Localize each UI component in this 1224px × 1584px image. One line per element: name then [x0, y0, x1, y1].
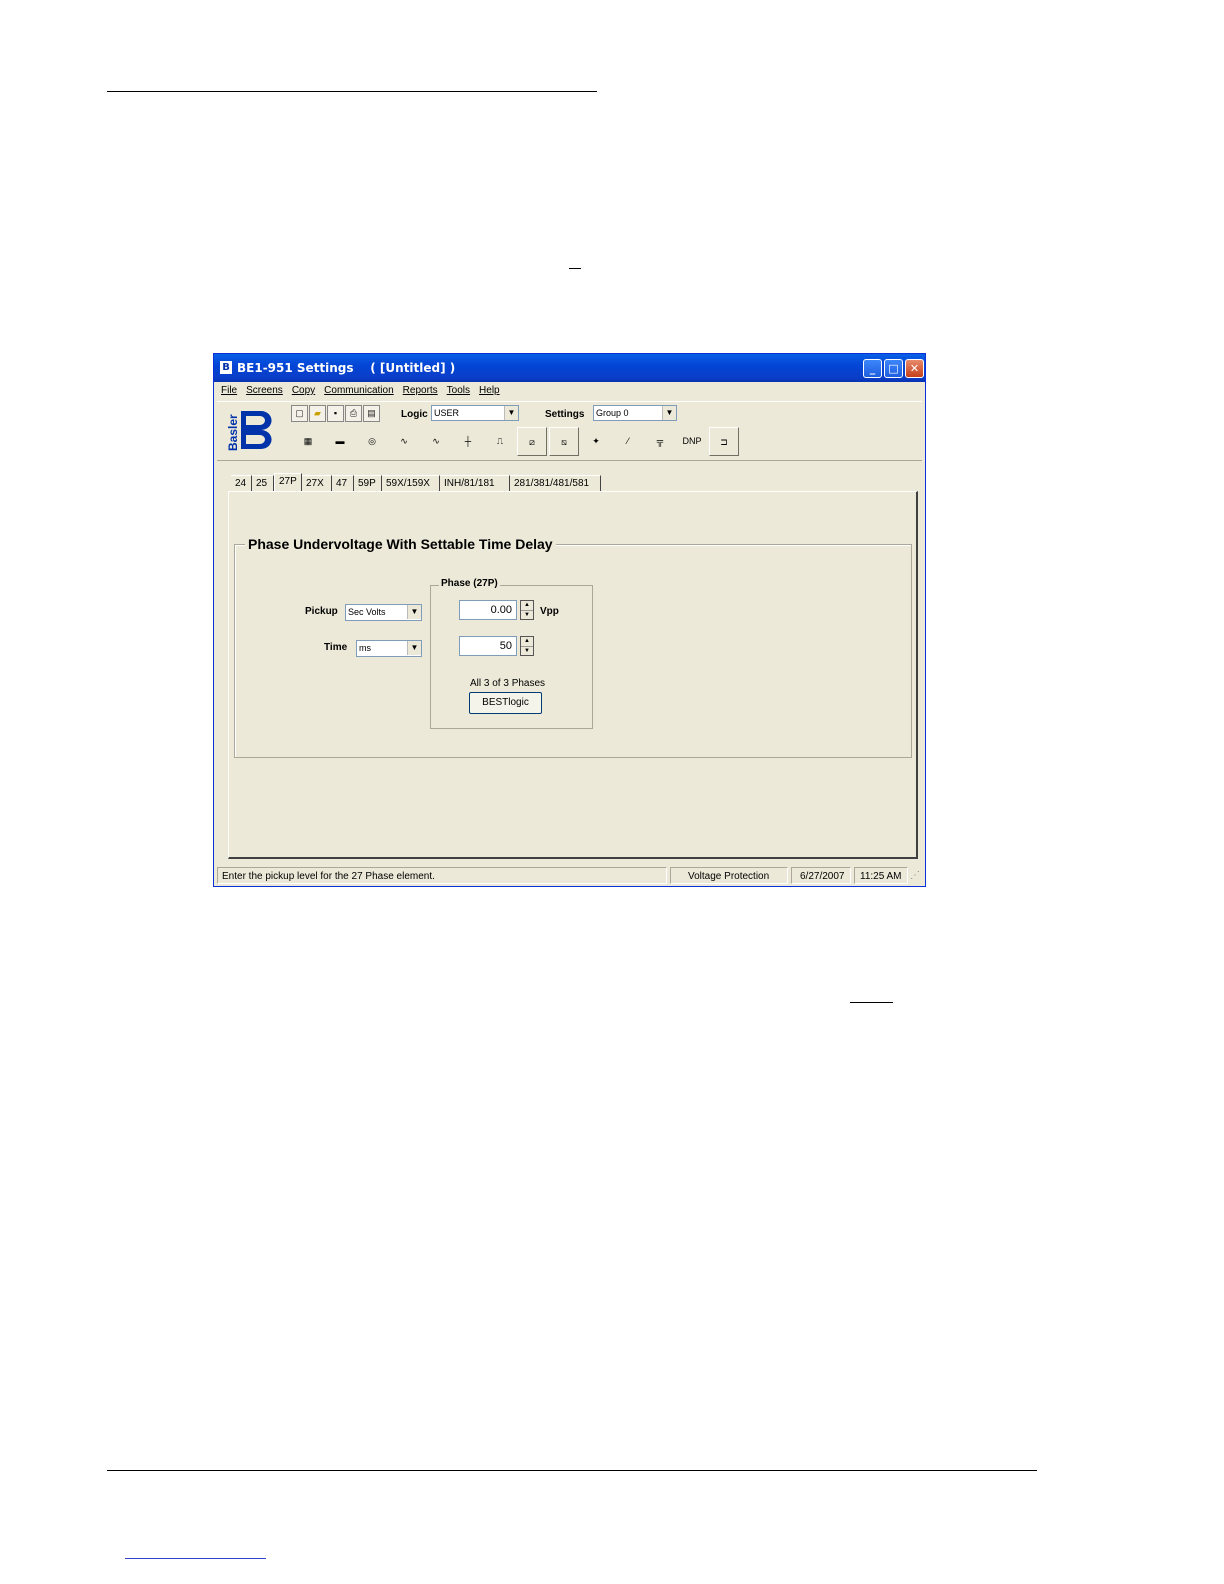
pickup-units-suffix: Vpp	[540, 606, 559, 617]
open-folder-icon[interactable]: ▰	[309, 405, 326, 422]
chevron-down-icon: ▼	[407, 605, 421, 619]
toolbar: Basler ▢ ▰ ▪ ⎙ ▤ Logic USER ▼ Settings G…	[217, 401, 922, 461]
stepper-down-icon[interactable]: ▼	[521, 611, 533, 620]
basler-logo: Basler	[226, 411, 272, 451]
save-icon[interactable]: ▪	[327, 405, 344, 422]
reclosing-icon[interactable]: ⁄	[613, 427, 643, 456]
blank-line	[569, 268, 581, 269]
general-settings-icon[interactable]: ▦	[293, 427, 323, 456]
time-stepper[interactable]: ▲ ▼	[520, 636, 534, 656]
voltage-protection-icon[interactable]: ∿	[421, 427, 451, 456]
chevron-down-icon: ▼	[504, 406, 518, 420]
settings-value: Group 0	[596, 408, 629, 418]
status-time: 11:25 AM	[854, 867, 908, 884]
pickup-unit-select[interactable]: Sec Volts ▼	[345, 604, 422, 621]
alarm-icon[interactable]: ✦	[581, 427, 611, 456]
logic-gate-icon[interactable]: ⊐	[709, 427, 739, 456]
new-file-icon[interactable]: ▢	[291, 405, 308, 422]
status-screen: Voltage Protection	[670, 867, 788, 884]
menu-tools[interactable]: Tools	[443, 382, 475, 396]
logic-select[interactable]: USER ▼	[431, 405, 519, 421]
time-unit-value: ms	[359, 643, 371, 653]
settings-window: B BE1-951 Settings ( [Untitled] ) _ □ ✕ …	[213, 353, 926, 887]
tab-59p[interactable]: 59P	[354, 475, 382, 491]
bestlogic-button[interactable]: BESTlogic	[469, 692, 542, 714]
footer-link[interactable]	[125, 1558, 266, 1559]
settings-group-select[interactable]: Group 0 ▼	[593, 405, 677, 421]
close-button[interactable]: ✕	[905, 359, 924, 378]
current-protection-icon[interactable]: ∿	[389, 427, 419, 456]
dnp-button[interactable]: DNP	[677, 427, 707, 456]
print-icon[interactable]: ⎙	[345, 405, 362, 422]
tab-47[interactable]: 47	[332, 475, 354, 491]
communication-icon[interactable]: ▬	[325, 427, 355, 456]
status-hint: Enter the pickup level for the 27 Phase …	[217, 867, 667, 884]
footer-rule	[107, 1470, 1037, 1471]
pickup-label: Pickup	[305, 606, 338, 617]
pulse-waveform-icon[interactable]: ⎍	[485, 427, 515, 456]
pickup-value-input[interactable]: 0.00	[459, 600, 517, 620]
status-date: 6/27/2007	[791, 867, 851, 884]
time-label: Time	[324, 642, 348, 653]
stepper-up-icon[interactable]: ▲	[521, 601, 533, 611]
pickup-stepper[interactable]: ▲ ▼	[520, 600, 534, 620]
settings-label: Settings	[545, 409, 585, 420]
menu-file[interactable]: File	[217, 382, 242, 396]
phase-group-title: Phase (27P)	[439, 578, 500, 589]
stepper-up-icon[interactable]: ▲	[521, 637, 533, 647]
title-bar[interactable]: B BE1-951 Settings ( [Untitled] ) _ □ ✕	[214, 354, 925, 382]
chevron-down-icon: ▼	[662, 406, 676, 420]
group-title: Phase Undervoltage With Settable Time De…	[245, 536, 556, 552]
tab-25[interactable]: 25	[252, 475, 274, 491]
phase-angle-icon[interactable]: ┼	[453, 427, 483, 456]
time-unit-select[interactable]: ms ▼	[356, 640, 422, 657]
menu-communication[interactable]: Communication	[320, 382, 398, 396]
logic-value: USER	[434, 408, 460, 418]
app-icon: B	[220, 361, 232, 374]
maximize-button[interactable]: □	[884, 359, 903, 378]
logic-label: Logic	[401, 409, 428, 420]
header-rule	[107, 91, 597, 92]
minimize-button[interactable]: _	[863, 359, 882, 378]
window-title: BE1-951 Settings ( [Untitled] )	[237, 361, 456, 375]
menu-reports[interactable]: Reports	[399, 382, 443, 396]
tab-inh-81-181[interactable]: INH/81/181	[440, 475, 510, 491]
stepper-down-icon[interactable]: ▼	[521, 647, 533, 656]
logo-text: Basler	[226, 414, 240, 451]
output-contacts-icon[interactable]: ╦	[645, 427, 675, 456]
menu-screens[interactable]: Screens	[242, 382, 288, 396]
menu-copy[interactable]: Copy	[288, 382, 320, 396]
time-value-input[interactable]: 50	[459, 636, 517, 656]
menu-bar: File Screens Copy Communication Reports Tools…	[217, 382, 922, 401]
tab-59x-159x[interactable]: 59X/159X	[382, 475, 440, 491]
chevron-down-icon: ▼	[407, 641, 421, 655]
resize-grip-icon[interactable]: ⋰	[910, 870, 922, 882]
tab-27p[interactable]: 27P	[274, 473, 302, 491]
tab-27x[interactable]: 27X	[302, 475, 332, 491]
properties-icon[interactable]: ▤	[363, 405, 380, 422]
status-bar: Enter the pickup level for the 27 Phase …	[217, 867, 922, 884]
menu-help[interactable]: Help	[475, 382, 505, 396]
breaker-icon[interactable]: ⧄	[517, 427, 547, 456]
tab-281-381-481-581[interactable]: 281/381/481/581	[510, 475, 601, 491]
pickup-unit-value: Sec Volts	[348, 607, 386, 617]
timer-icon[interactable]: ⧅	[549, 427, 579, 456]
selector-switch-icon[interactable]: ◎	[357, 427, 387, 456]
tab-24[interactable]: 24	[231, 475, 252, 491]
blank-line	[850, 1002, 893, 1003]
phases-text: All 3 of 3 Phases	[470, 678, 546, 689]
